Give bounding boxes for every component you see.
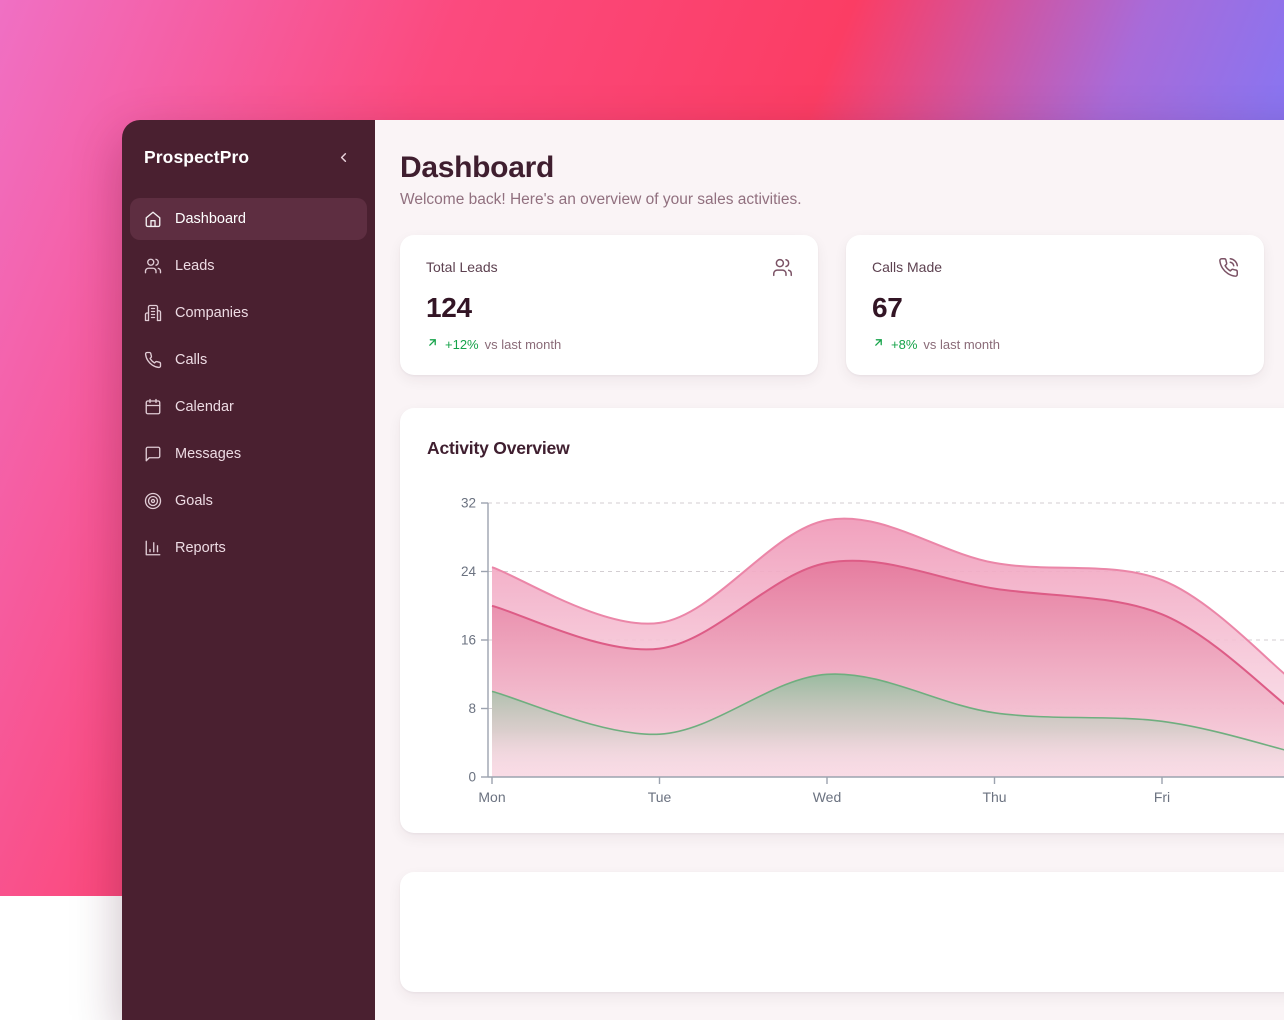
app-window: ProspectPro Dashboard Leads Companies Calls… bbox=[122, 120, 1284, 1020]
sidebar-item-companies[interactable]: Companies bbox=[130, 292, 367, 334]
stat-card-change: +8% vs last month bbox=[872, 336, 1239, 352]
sidebar: ProspectPro Dashboard Leads Companies Calls… bbox=[122, 120, 375, 1020]
stat-card-change: +12% vs last month bbox=[426, 336, 793, 352]
users-icon bbox=[144, 257, 162, 275]
activity-overview-card: Activity Overview 08162432MonTueWedThuFr… bbox=[400, 408, 1284, 833]
sidebar-item-label: Dashboard bbox=[175, 211, 246, 227]
users-icon bbox=[772, 257, 793, 278]
sidebar-item-label: Reports bbox=[175, 540, 226, 556]
stat-card-value: 67 bbox=[872, 292, 1239, 324]
sidebar-header: ProspectPro bbox=[122, 120, 375, 168]
svg-text:Tue: Tue bbox=[648, 789, 672, 805]
bar-chart-icon bbox=[144, 539, 162, 557]
phone-icon bbox=[144, 351, 162, 369]
sidebar-nav: Dashboard Leads Companies Calls Calendar Mess… bbox=[122, 198, 375, 574]
stat-card-total-leads: Total Leads 124 +12% vs last month bbox=[400, 235, 818, 375]
sidebar-item-label: Goals bbox=[175, 493, 213, 509]
stat-card-change-pct: +8% bbox=[891, 337, 917, 352]
svg-text:8: 8 bbox=[468, 701, 476, 716]
phone-call-icon bbox=[1218, 257, 1239, 278]
message-square-icon bbox=[144, 445, 162, 463]
svg-text:Wed: Wed bbox=[813, 789, 842, 805]
svg-text:24: 24 bbox=[461, 564, 477, 579]
chevron-left-icon bbox=[336, 150, 351, 165]
home-icon bbox=[144, 210, 162, 228]
sidebar-item-label: Calls bbox=[175, 352, 207, 368]
sidebar-item-label: Companies bbox=[175, 305, 248, 321]
trend-up-icon bbox=[426, 336, 439, 349]
partially-visible-card bbox=[400, 872, 1284, 992]
sidebar-item-calendar[interactable]: Calendar bbox=[130, 386, 367, 428]
stat-card-change-pct: +12% bbox=[445, 337, 479, 352]
target-icon bbox=[144, 492, 162, 510]
stat-card-header: Total Leads bbox=[426, 259, 793, 283]
activity-chart: 0 8 16 24 32 Mon Tue Wed Thu Fri bbox=[400, 408, 1284, 833]
main-content: Dashboard Welcome back! Here's an overvi… bbox=[375, 120, 1284, 1020]
sidebar-item-label: Calendar bbox=[175, 399, 234, 415]
stat-card-calls-made: Calls Made 67 +8% vs last month bbox=[846, 235, 1264, 375]
svg-text:16: 16 bbox=[461, 633, 476, 648]
page-title: Dashboard bbox=[400, 150, 1284, 186]
svg-text:32: 32 bbox=[461, 496, 476, 511]
sidebar-item-calls[interactable]: Calls bbox=[130, 339, 367, 381]
svg-text:Fri: Fri bbox=[1154, 789, 1170, 805]
sidebar-item-leads[interactable]: Leads bbox=[130, 245, 367, 287]
app-logo: ProspectPro bbox=[144, 147, 249, 168]
stat-card-grid: Total Leads124+12%vs last monthCalls Mad… bbox=[400, 235, 1284, 375]
building-icon bbox=[144, 304, 162, 322]
gradient-background: ProspectPro Dashboard Leads Companies Calls… bbox=[0, 0, 1284, 896]
calendar-icon bbox=[144, 398, 162, 416]
page-subtitle: Welcome back! Here's an overview of your… bbox=[400, 190, 1284, 210]
stat-card-change-suffix: vs last month bbox=[923, 337, 1000, 352]
trend-up-icon bbox=[872, 336, 885, 349]
sidebar-item-dashboard[interactable]: Dashboard bbox=[130, 198, 367, 240]
svg-text:0: 0 bbox=[468, 770, 476, 785]
sidebar-item-reports[interactable]: Reports bbox=[130, 527, 367, 569]
stat-card-value: 124 bbox=[426, 292, 793, 324]
stat-card-label: Total Leads bbox=[426, 259, 498, 275]
stat-card-label: Calls Made bbox=[872, 259, 942, 275]
svg-text:Thu: Thu bbox=[982, 789, 1006, 805]
sidebar-item-messages[interactable]: Messages bbox=[130, 433, 367, 475]
sidebar-collapse-button[interactable] bbox=[334, 148, 353, 167]
sidebar-item-label: Messages bbox=[175, 446, 241, 462]
stat-card-change-suffix: vs last month bbox=[485, 337, 562, 352]
sidebar-item-label: Leads bbox=[175, 258, 215, 274]
stat-card-header: Calls Made bbox=[872, 259, 1239, 283]
sidebar-item-goals[interactable]: Goals bbox=[130, 480, 367, 522]
svg-text:Mon: Mon bbox=[478, 789, 505, 805]
